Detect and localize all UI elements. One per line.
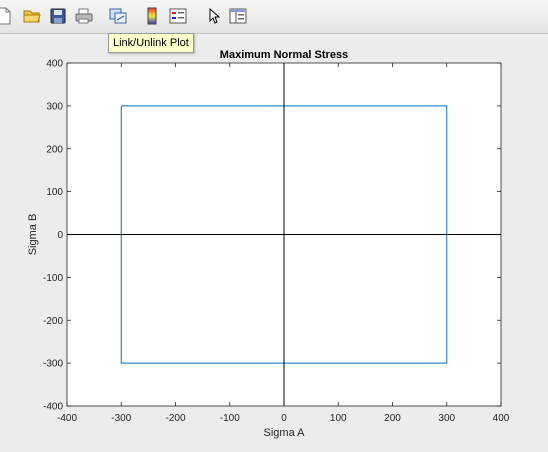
folder-icon xyxy=(23,10,41,23)
x-tick-label: -200 xyxy=(165,413,185,424)
y-tick-label: -300 xyxy=(43,359,63,370)
y-tick-label: -100 xyxy=(43,273,63,284)
floppy-disk-icon xyxy=(50,8,66,24)
link-unlink-plot-button[interactable] xyxy=(108,6,128,26)
x-tick-label: 0 xyxy=(281,413,287,424)
print-button[interactable] xyxy=(74,6,94,26)
plot-tools-icon xyxy=(229,8,247,24)
x-tick-label: 100 xyxy=(330,413,347,424)
show-plot-tools-button[interactable] xyxy=(228,6,248,26)
chart-title: Maximum Normal Stress xyxy=(220,49,348,61)
y-tick-label: 200 xyxy=(46,144,63,155)
y-tick-label: 0 xyxy=(57,230,63,241)
y-tick-label: 100 xyxy=(46,187,63,198)
y-tick-label: -400 xyxy=(43,402,63,413)
x-tick-label: -300 xyxy=(111,413,131,424)
colorbar-icon xyxy=(147,7,157,25)
new-file-icon xyxy=(0,7,11,25)
link-plot-icon xyxy=(109,8,127,24)
x-tick-label: -100 xyxy=(220,413,240,424)
x-axis-label: Sigma A xyxy=(264,427,306,439)
save-button[interactable] xyxy=(48,6,68,26)
x-tick-label: 400 xyxy=(493,413,510,424)
printer-icon xyxy=(75,8,93,24)
x-tick-label: 200 xyxy=(384,413,401,424)
stress-chart: -400 -300 -200 -100 0 100 200 300 400 -400 -300 -20… xyxy=(27,49,510,439)
insert-colorbar-button[interactable] xyxy=(142,6,162,26)
figure-canvas: -400 -300 -200 -100 0 100 200 300 400 -400 -300 -20… xyxy=(0,34,548,452)
x-tick-label: -400 xyxy=(57,413,77,424)
y-tick-label: 400 xyxy=(46,59,63,70)
y-axis-label: Sigma B xyxy=(27,214,39,256)
y-tick-label: 300 xyxy=(46,101,63,112)
figure-toolbar xyxy=(0,0,548,34)
pointer-arrow-icon xyxy=(209,8,220,24)
open-file-button[interactable] xyxy=(22,6,42,26)
y-tick-label: -200 xyxy=(43,316,63,327)
x-tick-label: 300 xyxy=(438,413,455,424)
legend-icon xyxy=(169,8,187,24)
insert-legend-button[interactable] xyxy=(168,6,188,26)
new-figure-button[interactable] xyxy=(0,6,14,26)
edit-plot-button[interactable] xyxy=(204,6,224,26)
